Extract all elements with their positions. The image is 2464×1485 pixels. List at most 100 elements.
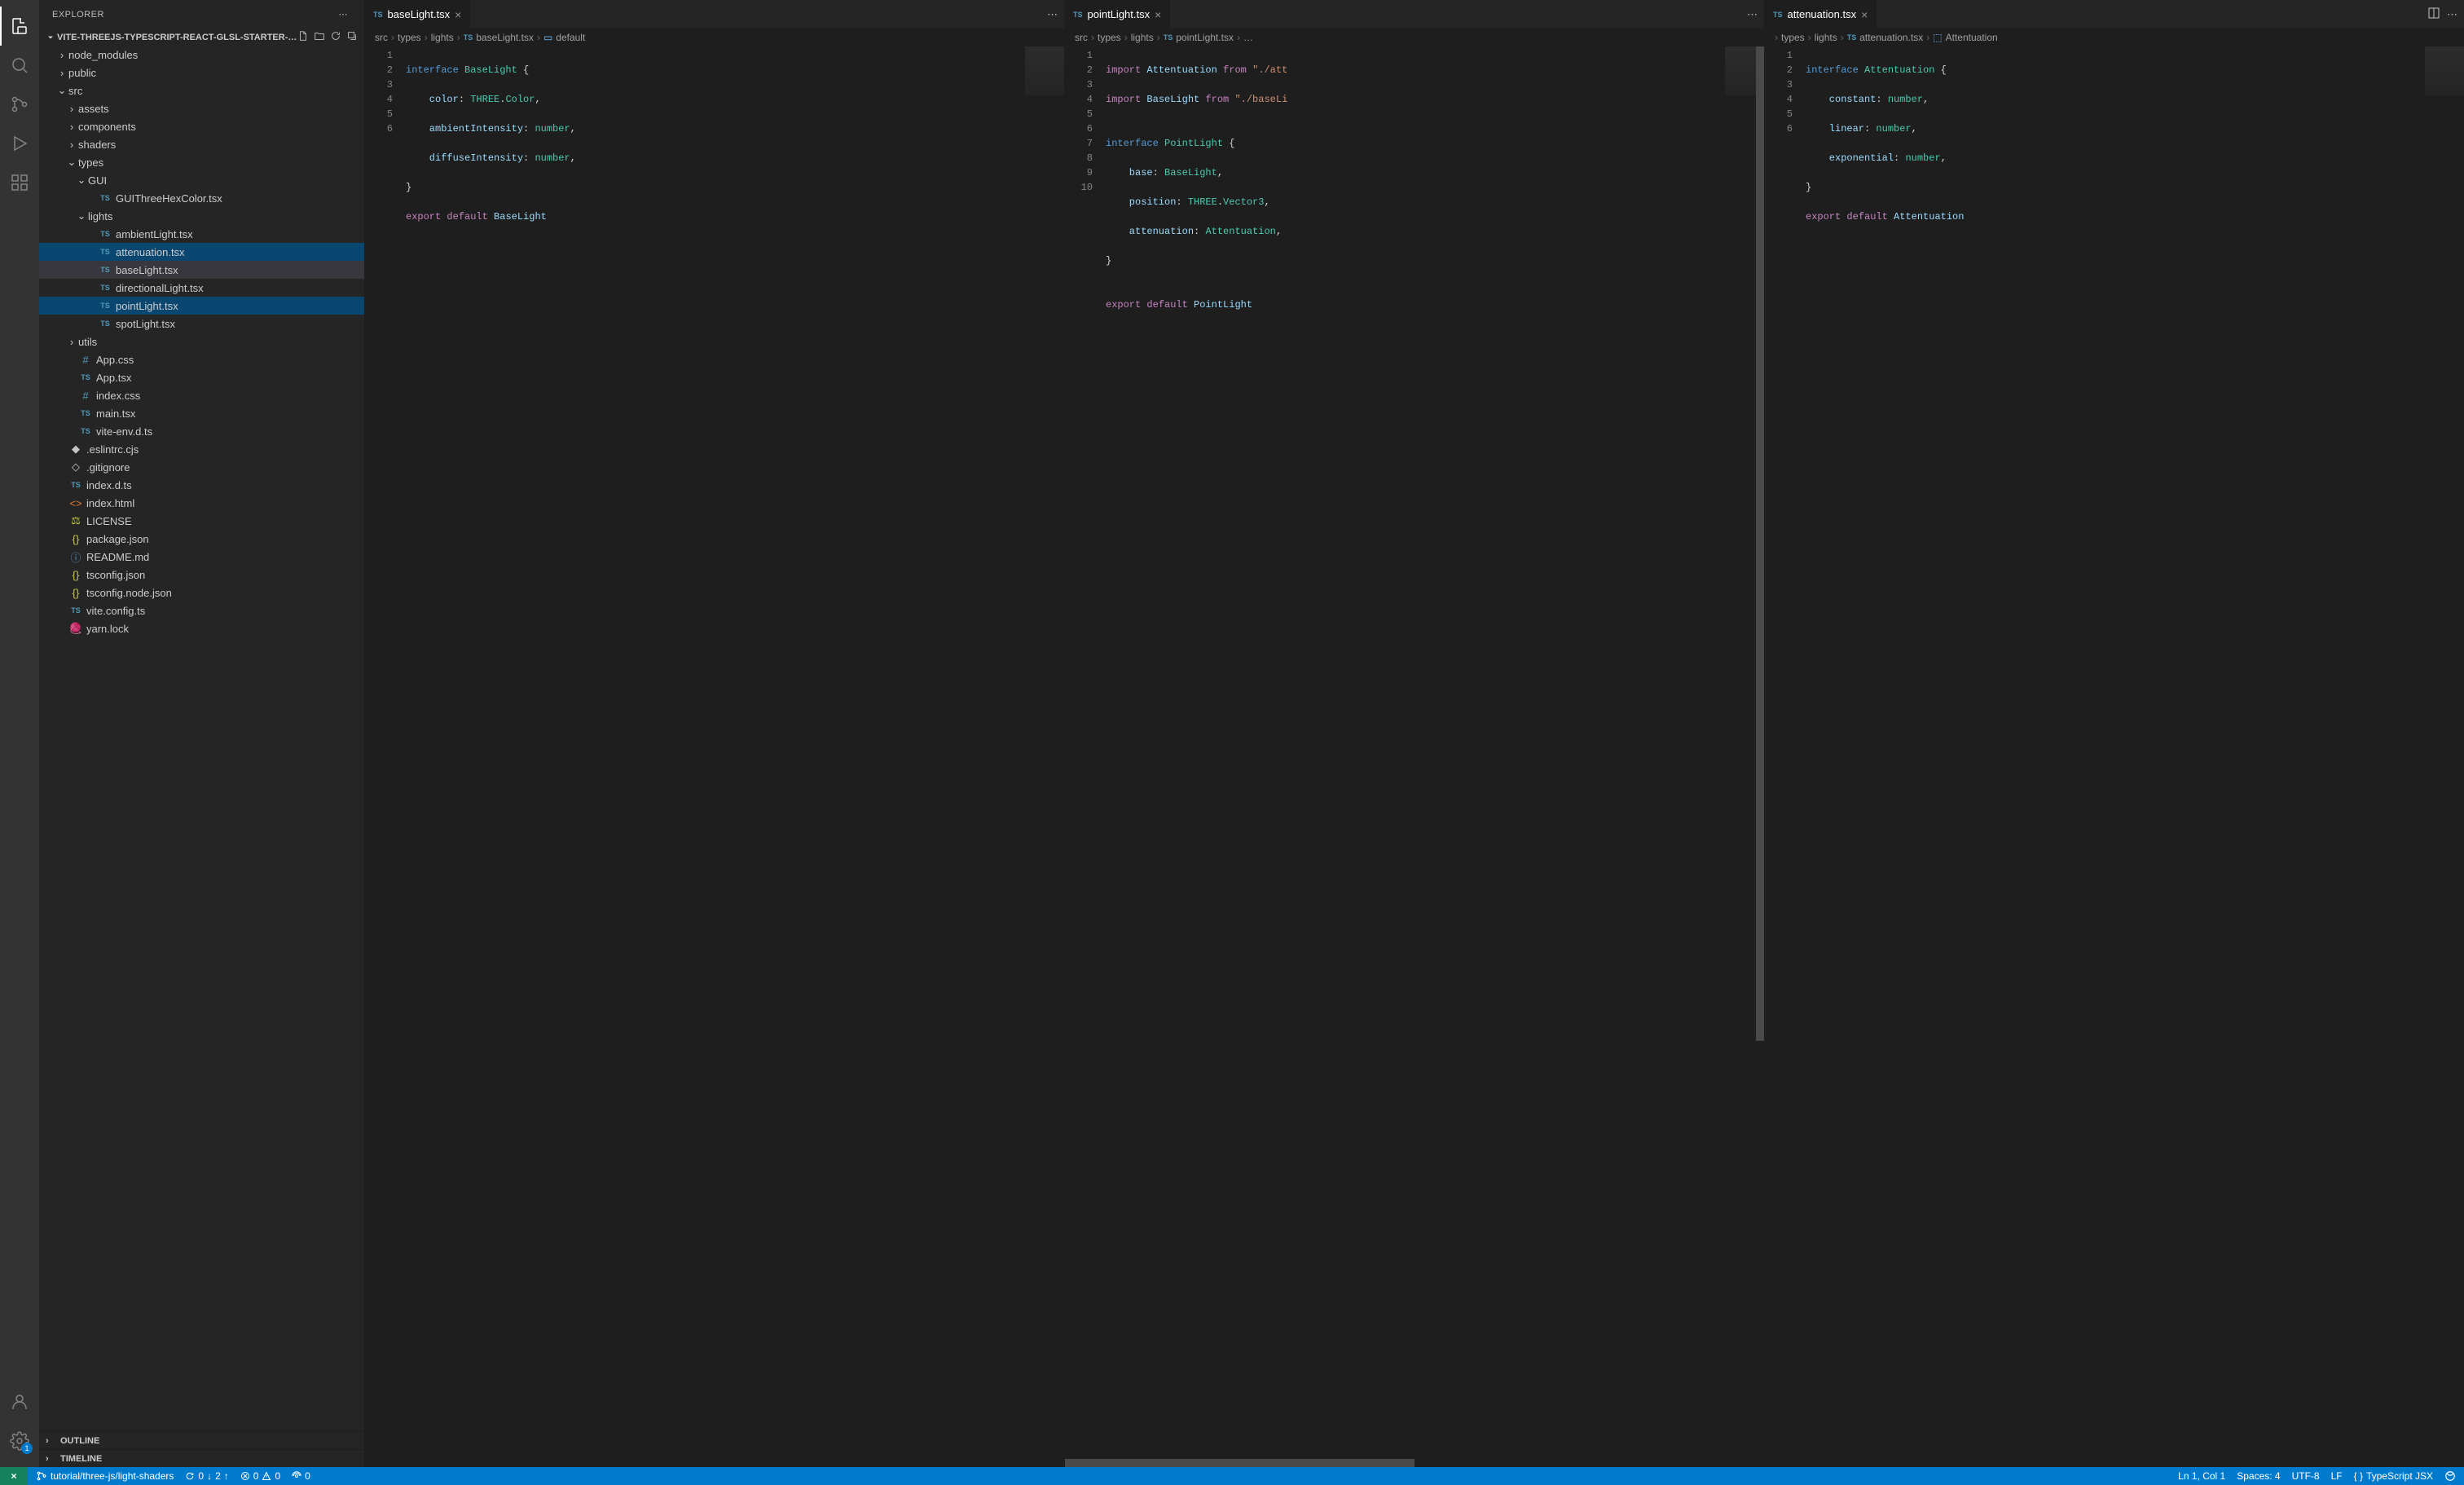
folder-assets[interactable]: ›assets: [39, 99, 364, 117]
scrollbar-horizontal[interactable]: [1065, 1459, 1764, 1467]
folder-shaders[interactable]: ›shaders: [39, 135, 364, 153]
tab-pointlight[interactable]: TS pointLight.tsx ×: [1065, 0, 1170, 29]
extensions-icon[interactable]: [0, 163, 39, 202]
json-icon: {}: [68, 533, 83, 545]
cursor-position[interactable]: Ln 1, Col 1: [2178, 1470, 2225, 1482]
file-tsconfig-node[interactable]: {}tsconfig.node.json: [39, 584, 364, 601]
code-content[interactable]: interface BaseLight { color: THREE.Color…: [406, 46, 1064, 1467]
file-vite-config[interactable]: TSvite.config.ts: [39, 601, 364, 619]
file-baselight[interactable]: TSbaseLight.tsx: [39, 261, 364, 279]
folder-lights[interactable]: ⌄lights: [39, 207, 364, 225]
split-editor-icon[interactable]: [2427, 7, 2440, 22]
project-folder-header[interactable]: VITE-THREEJS-TYPESCRIPT-REACT-GLSL-START…: [39, 29, 364, 46]
file-app-tsx[interactable]: TSApp.tsx: [39, 368, 364, 386]
file-vite-env[interactable]: TSvite-env.d.ts: [39, 422, 364, 440]
git-branch[interactable]: tutorial/three-js/light-shaders: [36, 1470, 174, 1482]
explorer-icon[interactable]: [0, 7, 39, 46]
ts-icon: TS: [98, 230, 112, 238]
editor-more-icon[interactable]: ⋯: [2447, 8, 2457, 21]
file-tsconfig[interactable]: {}tsconfig.json: [39, 566, 364, 584]
ts-icon: TS: [98, 319, 112, 328]
editor-more-icon[interactable]: ⋯: [1047, 8, 1058, 21]
file-gitignore[interactable]: ◇.gitignore: [39, 458, 364, 476]
code-content[interactable]: import Attentuation from "./att import B…: [1106, 46, 1764, 1467]
ts-icon: TS: [98, 266, 112, 274]
search-icon[interactable]: [0, 46, 39, 85]
close-icon[interactable]: ×: [1861, 8, 1868, 21]
file-index-html[interactable]: <>index.html: [39, 494, 364, 512]
activity-bar: 1: [0, 0, 39, 1467]
folder-types[interactable]: ⌄types: [39, 153, 364, 171]
yarn-icon: 🧶: [68, 622, 83, 635]
scrollbar-vertical[interactable]: [1756, 46, 1764, 1467]
editor-body-3[interactable]: 123456 interface Attentuation { constant…: [1765, 46, 2464, 1467]
config-icon: ◆: [68, 443, 83, 456]
ts-icon: TS: [98, 194, 112, 202]
file-index-css[interactable]: #index.css: [39, 386, 364, 404]
file-app-css[interactable]: #App.css: [39, 350, 364, 368]
eol[interactable]: LF: [2331, 1470, 2343, 1482]
folder-components[interactable]: ›components: [39, 117, 364, 135]
collapse-all-icon[interactable]: [346, 30, 358, 44]
git-sync[interactable]: 0↓ 2↑: [185, 1470, 228, 1482]
ts-icon: TS: [1073, 11, 1083, 19]
ports[interactable]: 0: [292, 1470, 310, 1482]
file-yarn-lock[interactable]: 🧶yarn.lock: [39, 619, 364, 637]
close-icon[interactable]: ×: [1155, 8, 1161, 21]
sidebar-header: EXPLORER ⋯: [39, 0, 364, 29]
editor-body-2[interactable]: 12345678910 import Attentuation from "./…: [1065, 46, 1764, 1467]
timeline-section[interactable]: ›TIMELINE: [39, 1449, 364, 1467]
explorer-more-icon[interactable]: ⋯: [336, 7, 352, 21]
run-debug-icon[interactable]: [0, 124, 39, 163]
json-icon: {}: [68, 587, 83, 599]
file-pointlight[interactable]: TSpointLight.tsx: [39, 297, 364, 315]
new-folder-icon[interactable]: [314, 30, 325, 44]
folder-gui[interactable]: ⌄GUI: [39, 171, 364, 189]
outline-section[interactable]: ›OUTLINE: [39, 1431, 364, 1449]
project-name: VITE-THREEJS-TYPESCRIPT-REACT-GLSL-START…: [57, 33, 297, 42]
line-gutter: 123456: [365, 46, 406, 1467]
minimap[interactable]: [1025, 46, 1064, 95]
encoding[interactable]: UTF-8: [2292, 1470, 2320, 1482]
file-attenuation[interactable]: TSattenuation.tsx: [39, 243, 364, 261]
tab-baselight[interactable]: TS baseLight.tsx ×: [365, 0, 470, 29]
breadcrumb-pane-3[interactable]: › types› lights› TS attenuation.tsx› ⬚At…: [1765, 29, 2464, 46]
file-main-tsx[interactable]: TSmain.tsx: [39, 404, 364, 422]
remote-indicator[interactable]: [0, 1467, 28, 1485]
file-readme[interactable]: ⓘREADME.md: [39, 548, 364, 566]
file-directionallight[interactable]: TSdirectionalLight.tsx: [39, 279, 364, 297]
new-file-icon[interactable]: [297, 30, 309, 44]
minimap[interactable]: [2425, 46, 2464, 95]
breadcrumb-pane-1[interactable]: src› types› lights› TS baseLight.tsx› ▭d…: [365, 29, 1064, 46]
feedback-icon[interactable]: [2444, 1470, 2456, 1482]
ts-icon: TS: [98, 284, 112, 292]
breadcrumb-pane-2[interactable]: src› types› lights› TS pointLight.tsx› …: [1065, 29, 1764, 46]
file-spotlight[interactable]: TSspotLight.tsx: [39, 315, 364, 333]
folder-public[interactable]: ›public: [39, 64, 364, 82]
close-icon[interactable]: ×: [455, 8, 461, 21]
refresh-icon[interactable]: [330, 30, 341, 44]
folder-node-modules[interactable]: ›node_modules: [39, 46, 364, 64]
file-eslintrc[interactable]: ◆.eslintrc.cjs: [39, 440, 364, 458]
explorer-title: EXPLORER: [52, 10, 104, 20]
folder-src[interactable]: ⌄src: [39, 82, 364, 99]
ts-icon: TS: [98, 302, 112, 310]
editor-more-icon[interactable]: ⋯: [1747, 8, 1758, 21]
language-mode[interactable]: { }TypeScript JSX: [2354, 1470, 2433, 1482]
problems[interactable]: 0 0: [240, 1470, 280, 1482]
file-package-json[interactable]: {}package.json: [39, 530, 364, 548]
code-content[interactable]: interface Attentuation { constant: numbe…: [1806, 46, 2464, 1467]
file-index-d-ts[interactable]: TSindex.d.ts: [39, 476, 364, 494]
source-control-icon[interactable]: [0, 85, 39, 124]
tabs-pane-3: TS attenuation.tsx × ⋯: [1765, 0, 2464, 29]
file-ambientlight[interactable]: TSambientLight.tsx: [39, 225, 364, 243]
account-icon[interactable]: [0, 1382, 39, 1421]
file-guithreehexcolor[interactable]: TSGUIThreeHexColor.tsx: [39, 189, 364, 207]
indentation[interactable]: Spaces: 4: [2237, 1470, 2280, 1482]
file-license[interactable]: ⚖LICENSE: [39, 512, 364, 530]
ts-icon: TS: [78, 427, 93, 435]
tab-attenuation[interactable]: TS attenuation.tsx ×: [1765, 0, 1877, 29]
settings-icon[interactable]: 1: [0, 1421, 39, 1461]
editor-body-1[interactable]: 123456 interface BaseLight { color: THRE…: [365, 46, 1064, 1467]
folder-utils[interactable]: ›utils: [39, 333, 364, 350]
